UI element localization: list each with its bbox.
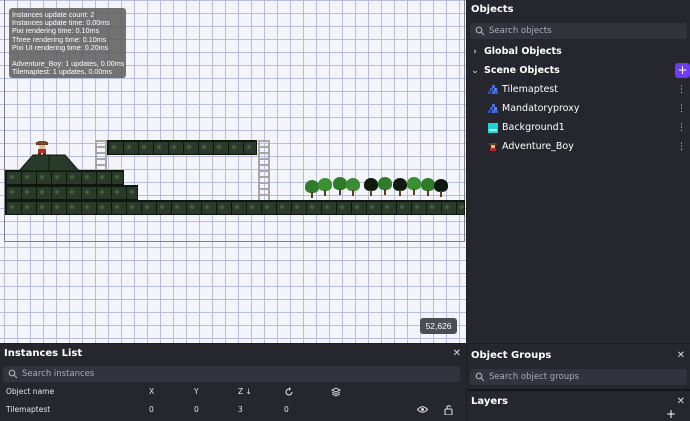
tile-block-lower[interactable] <box>5 185 138 200</box>
more-options-icon[interactable]: ⋮ <box>677 123 686 133</box>
tree-sprite[interactable] <box>393 178 407 196</box>
instances-search-placeholder: Search instances <box>22 369 95 379</box>
scene-objects-folder[interactable]: ⌄ Scene Objects + <box>467 61 690 80</box>
tile-platform[interactable] <box>107 140 257 155</box>
plus-icon: + <box>677 63 688 77</box>
tile-slope[interactable] <box>19 154 79 171</box>
scene-canvas[interactable]: Instances update count: 2 Instances upda… <box>0 0 466 343</box>
instances-search-input[interactable]: Search instances <box>3 366 460 382</box>
instances-table-header: Object name X Y Z ↓ <box>0 387 466 401</box>
global-objects-folder[interactable]: › Global Objects <box>467 42 690 61</box>
layers-icon[interactable] <box>331 387 341 397</box>
tree-sprite[interactable] <box>333 177 347 195</box>
cell-name: Tilemaptest <box>6 405 51 414</box>
global-objects-label: Global Objects <box>484 46 562 57</box>
object-item[interactable]: Adventure_Boy ⋮ <box>467 137 690 156</box>
instances-panel-title: Instances List <box>4 348 83 359</box>
object-groups-search-placeholder: Search object groups <box>489 372 579 382</box>
objects-panel: Objects Search objects › Global Objects … <box>467 0 690 343</box>
add-layer-button[interactable]: + <box>666 408 676 420</box>
col-z[interactable]: Z ↓ <box>238 387 252 396</box>
col-y[interactable]: Y <box>194 387 199 396</box>
chevron-right-icon[interactable]: › <box>470 47 480 57</box>
objects-panel-title: Objects <box>471 4 514 15</box>
add-object-button[interactable]: + <box>675 63 690 78</box>
tilemap-icon <box>488 84 498 94</box>
object-item-label: Mandatoryproxy <box>502 103 580 114</box>
tile-ground-row[interactable] <box>5 200 465 215</box>
search-icon <box>8 369 18 379</box>
table-row[interactable]: Tilemaptest 0 0 3 0 <box>0 405 466 419</box>
layers-title: Layers <box>471 396 508 407</box>
perf-line: Pixi UI rendering time: 0.20ms <box>12 42 109 52</box>
objects-search-input[interactable]: Search objects <box>470 23 687 39</box>
tile-block-upper[interactable] <box>5 170 124 185</box>
adventure-boy-sprite[interactable] <box>36 141 48 156</box>
chevron-down-icon[interactable]: ⌄ <box>470 66 480 76</box>
object-item-label: Tilemaptest <box>502 84 558 95</box>
background-icon <box>488 122 498 133</box>
close-icon[interactable]: ✕ <box>677 396 685 407</box>
tree-sprite[interactable] <box>346 178 360 196</box>
cell-angle: 0 <box>284 405 289 414</box>
cell-x: 0 <box>149 405 154 414</box>
tilemap-icon <box>488 103 498 113</box>
object-item-label: Adventure_Boy <box>502 141 574 152</box>
cell-y: 0 <box>194 405 199 414</box>
tree-sprite[interactable] <box>364 178 378 196</box>
col-x[interactable]: X <box>149 387 154 396</box>
more-options-icon[interactable]: ⋮ <box>677 85 686 95</box>
performance-overlay: Instances update count: 2 Instances upda… <box>9 8 126 78</box>
object-item-label: Background1 <box>502 122 565 133</box>
close-icon[interactable]: ✕ <box>453 348 461 359</box>
objects-search-placeholder: Search objects <box>489 26 552 36</box>
more-options-icon[interactable]: ⋮ <box>677 142 686 152</box>
more-options-icon[interactable]: ⋮ <box>677 104 686 114</box>
search-icon <box>475 372 485 382</box>
object-item[interactable]: Mandatoryproxy ⋮ <box>467 99 690 118</box>
object-groups-title: Object Groups <box>471 350 552 361</box>
scene-objects-label: Scene Objects <box>484 65 560 76</box>
sprite-icon <box>489 142 497 151</box>
object-item[interactable]: Background1 ⋮ <box>467 118 690 137</box>
object-item[interactable]: Tilemaptest ⋮ <box>467 80 690 99</box>
ladder-right[interactable] <box>258 140 270 200</box>
col-object-name[interactable]: Object name <box>6 387 54 396</box>
search-icon <box>475 26 485 36</box>
tree-sprite[interactable] <box>378 177 392 195</box>
unlock-icon[interactable] <box>444 405 453 415</box>
tree-sprite[interactable] <box>305 180 319 198</box>
rotate-icon[interactable] <box>284 387 294 397</box>
tree-sprite[interactable] <box>407 177 421 195</box>
tree-sprite[interactable] <box>421 178 435 196</box>
cursor-coordinates: 52,626 <box>420 318 457 334</box>
perf-line: Tilemaptest: 1 updates, 0.00ms <box>12 67 113 77</box>
eye-icon[interactable] <box>417 405 428 414</box>
ladder-left[interactable] <box>95 140 107 170</box>
object-groups-search-input[interactable]: Search object groups <box>470 369 687 385</box>
close-icon[interactable]: ✕ <box>677 350 685 361</box>
cell-z: 3 <box>238 405 243 414</box>
groups-layers-panel: Object Groups ✕ Search object groups Lay… <box>467 344 690 421</box>
instances-panel: Instances List ✕ Search instances Object… <box>0 344 466 421</box>
tree-sprite[interactable] <box>434 179 448 197</box>
tree-sprite[interactable] <box>318 178 332 196</box>
panel-divider <box>467 389 690 391</box>
